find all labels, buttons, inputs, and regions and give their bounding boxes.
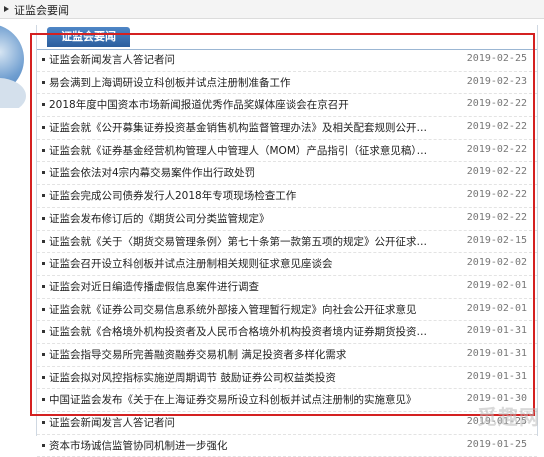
news-title-link[interactable]: 证监会召开设立科创板并试点注册制相关规则征求意见座谈会	[49, 256, 429, 271]
news-title-link[interactable]: 证监会就《合格境外机构投资者及人民币合格境外机构投资者境内证券期货投资管理办..…	[49, 324, 429, 339]
list-item[interactable]: 证监会召开设立科创板并试点注册制相关规则征求意见座谈会 2019-02-02	[37, 253, 537, 276]
news-date: 2019-02-02	[466, 257, 527, 269]
list-item[interactable]: 易会满到上海调研设立科创板并试点注册制准备工作 2019-02-23	[37, 72, 537, 95]
list-item[interactable]: 证监会就《证券公司交易信息系统外部接入管理暂行规定》向社会公开征求意见 2019-…	[37, 299, 537, 322]
list-item[interactable]: 证监会就《证券基金经营机构管理人中管理人（MOM）产品指引（征求意见稿）》公开征…	[37, 140, 537, 163]
bullet-icon	[42, 80, 45, 84]
news-title-link[interactable]: 证监会就《公开募集证券投资基金销售机构监督管理办法》及相关配套规则公开征求意见	[49, 120, 429, 135]
news-title-link[interactable]: 证监会依法对4宗内幕交易案件作出行政处罚	[49, 165, 429, 180]
bullet-icon	[42, 239, 45, 243]
news-date: 2019-02-23	[466, 75, 527, 87]
list-item[interactable]: 证监会就《关于〈期货交易管理条例〉第七十条第一款第五项的规定》公开征求意见 201…	[37, 231, 537, 254]
news-title-link[interactable]: 证监会发布修订后的《期货公司分类监管规定》	[49, 211, 429, 226]
news-title-link[interactable]: 证监会完成公司债券发行人2018年专项现场检查工作	[49, 188, 429, 203]
list-item[interactable]: 证监会指导交易所完善融资融券交易机制 满足投资者多样化需求 2019-01-31	[37, 344, 537, 367]
list-item[interactable]: 中国证监会发布《关于在上海证券交易所设立科创板并试点注册制的实施意见》 2019-…	[37, 389, 537, 412]
list-item[interactable]: 证监会新闻发言人答记者问 2019-02-25	[37, 49, 537, 72]
bullet-icon	[42, 262, 45, 266]
news-date: 2019-01-25	[466, 438, 527, 450]
list-item[interactable]: 证监会依法对4宗内幕交易案件作出行政处罚 2019-02-22	[37, 162, 537, 186]
bullet-icon	[42, 421, 45, 424]
tab-csrc-news[interactable]: 证监会要闻	[47, 27, 130, 47]
list-item[interactable]: 资本市场诚信监管协同机制进一步强化 2019-01-25	[37, 435, 537, 457]
bullet-icon	[42, 443, 45, 447]
news-title-link[interactable]: 证监会对近日编造传播虚假信息案件进行调查	[49, 279, 429, 294]
bullet-icon	[42, 148, 45, 152]
list-item[interactable]: 2018年度中国资本市场新闻报道优秀作品奖媒体座谈会在京召开 2019-02-22	[37, 94, 537, 118]
watermark-logo: 觅趣网	[477, 405, 540, 429]
news-date: 2019-01-31	[466, 347, 527, 359]
news-date: 2019-02-22	[466, 98, 527, 110]
bullet-icon	[42, 126, 45, 130]
list-item[interactable]: 证监会发布修订后的《期货公司分类监管规定》 2019-02-22	[37, 208, 537, 231]
bullet-icon	[42, 58, 45, 61]
news-title-link[interactable]: 证监会指导交易所完善融资融券交易机制 满足投资者多样化需求	[49, 347, 429, 362]
list-item[interactable]: 证监会完成公司债券发行人2018年专项现场检查工作 2019-02-22	[37, 185, 537, 208]
breadcrumb-title[interactable]: 证监会要闻	[14, 2, 69, 18]
news-title-link[interactable]: 证监会拟对风控指标实施逆周期调节 鼓励证券公司权益类投资	[49, 370, 429, 385]
news-date: 2019-02-15	[466, 234, 527, 246]
bullet-icon	[42, 284, 45, 288]
decorative-graphic	[0, 18, 28, 108]
news-date: 2019-02-22	[466, 143, 527, 155]
bullet-icon	[42, 171, 45, 175]
bullet-icon	[42, 330, 45, 334]
news-title-link[interactable]: 证监会新闻发言人答记者问	[49, 415, 429, 430]
news-date: 2019-02-22	[466, 166, 527, 178]
news-title-link[interactable]: 证监会就《证券公司交易信息系统外部接入管理暂行规定》向社会公开征求意见	[49, 302, 429, 317]
news-date: 2019-01-31	[466, 325, 527, 337]
bullet-icon	[42, 352, 45, 356]
news-title-link[interactable]: 资本市场诚信监管协同机制进一步强化	[49, 438, 429, 453]
bullet-icon	[42, 398, 45, 402]
bullet-icon	[42, 194, 45, 198]
news-title-link[interactable]: 2018年度中国资本市场新闻报道优秀作品奖媒体座谈会在京召开	[49, 97, 429, 112]
list-item[interactable]: 证监会拟对风控指标实施逆周期调节 鼓励证券公司权益类投资 2019-01-31	[37, 367, 537, 390]
news-date: 2019-02-22	[466, 211, 527, 223]
news-date: 2019-02-01	[466, 279, 527, 291]
arrow-icon	[4, 6, 9, 12]
bullet-icon	[42, 307, 45, 311]
list-item[interactable]: 证监会新闻发言人答记者问 2019-01-25	[37, 412, 537, 435]
news-title-link[interactable]: 证监会就《证券基金经营机构管理人中管理人（MOM）产品指引（征求意见稿）》公开征…	[49, 143, 429, 158]
news-list: 证监会新闻发言人答记者问 2019-02-25 易会满到上海调研设立科创板并试点注册…	[37, 49, 537, 457]
breadcrumb-bar: 证监会要闻	[0, 0, 544, 19]
news-date: 2019-02-22	[466, 121, 527, 133]
news-date: 2019-02-25	[466, 53, 527, 64]
bullet-icon	[42, 375, 45, 379]
list-item[interactable]: 证监会就《合格境外机构投资者及人民币合格境外机构投资者境内证券期货投资管理办..…	[37, 321, 537, 344]
news-panel: 证监会要闻 证监会新闻发言人答记者问 2019-02-25 易会满到上海调研设立科创…	[36, 25, 538, 457]
list-item[interactable]: 证监会对近日编造传播虚假信息案件进行调查 2019-02-01	[37, 276, 537, 299]
news-title-link[interactable]: 证监会就《关于〈期货交易管理条例〉第七十条第一款第五项的规定》公开征求意见	[49, 234, 429, 249]
news-title-link[interactable]: 易会满到上海调研设立科创板并试点注册制准备工作	[49, 75, 429, 90]
news-date: 2019-01-31	[466, 370, 527, 382]
news-title-link[interactable]: 证监会新闻发言人答记者问	[49, 52, 429, 67]
news-title-link[interactable]: 中国证监会发布《关于在上海证券交易所设立科创板并试点注册制的实施意见》	[49, 392, 429, 407]
bullet-icon	[42, 216, 45, 220]
news-date: 2019-02-01	[466, 302, 527, 314]
tab-header: 证监会要闻	[37, 25, 537, 50]
list-item[interactable]: 证监会就《公开募集证券投资基金销售机构监督管理办法》及相关配套规则公开征求意见 2…	[37, 117, 537, 140]
news-date: 2019-02-22	[466, 189, 527, 201]
bullet-icon	[42, 103, 45, 107]
